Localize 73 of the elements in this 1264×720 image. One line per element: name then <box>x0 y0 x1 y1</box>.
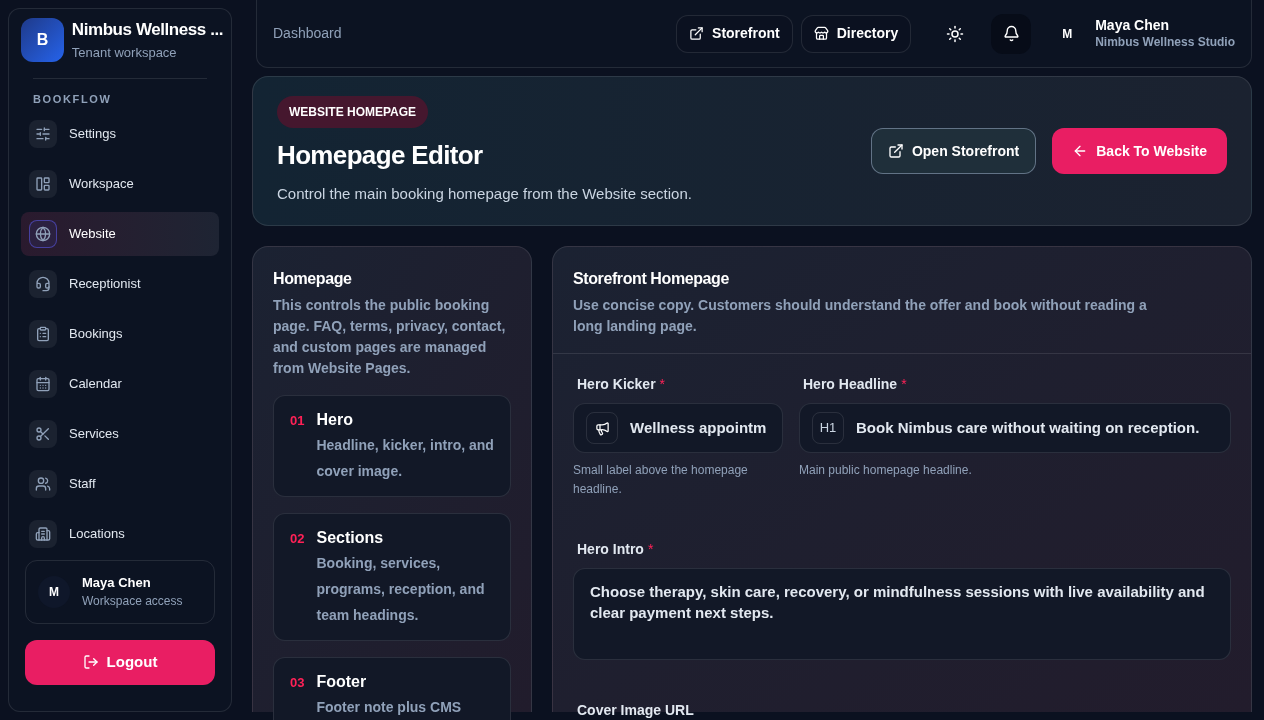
megaphone-icon <box>594 420 610 436</box>
user-org: Nimbus Wellness Studio <box>1095 34 1235 50</box>
field-label: Hero Intro <box>577 540 644 559</box>
heading-prefix: H1 <box>812 412 844 444</box>
open-storefront-button[interactable]: Open Storefront <box>870 128 1037 174</box>
user-name: Maya Chen <box>82 573 152 592</box>
external-link-icon <box>887 143 904 159</box>
link-icon <box>689 26 705 41</box>
nav-item[interactable]: Workspace <box>21 161 219 206</box>
nav-icon <box>35 325 51 342</box>
top-link[interactable]: Directory <box>800 14 912 53</box>
nav-icon <box>35 525 51 542</box>
intro-field[interactable]: Choose therapy, skin care, recovery, or mindfulness sessions with live availability and clear payment next steps. <box>573 568 1231 660</box>
page-badge: WEBSITE HOMEPAGE <box>277 96 429 129</box>
link-icon <box>813 26 829 41</box>
panel-description: This controls the public booking page. FAQ, terms, privacy, contact, and custom pages are managed from Website Pages. <box>273 296 507 378</box>
step-number: 02 <box>290 530 305 548</box>
step-description: Footer note plus CMS <box>316 698 462 717</box>
bell-icon <box>1002 25 1020 42</box>
nav-item[interactable]: Bookings <box>21 311 219 356</box>
step-card[interactable]: 01 Hero Headline, kicker, intro, and cover image. <box>273 395 511 497</box>
nav-icon <box>35 425 51 442</box>
notifications-button[interactable] <box>991 13 1032 54</box>
step-card[interactable]: 02 Sections Booking, services, programs, reception, and team headings. <box>273 513 511 641</box>
panel-description: Use concise copy. Customers should understand the offer and book without reading a long landing page. <box>573 296 1148 336</box>
nav-icon <box>35 275 51 292</box>
field-hint: Main public homepage headline. <box>799 462 973 479</box>
required-mark: * <box>901 375 907 394</box>
nav-icon <box>35 475 51 492</box>
nav-icon <box>35 125 51 142</box>
back-button[interactable]: Back To Website <box>1052 128 1227 174</box>
field-label: Hero Kicker <box>577 375 656 394</box>
nav-item[interactable]: Services <box>21 411 219 456</box>
breadcrumb: Dashboard <box>273 24 343 43</box>
nav-icon <box>35 175 51 192</box>
nav-item[interactable]: Calendar <box>21 361 219 406</box>
sun-icon <box>946 24 965 43</box>
step-number: 03 <box>290 674 305 692</box>
step-title: Hero <box>316 410 354 430</box>
nav-item[interactable]: Staff <box>21 461 219 506</box>
field-hint: Small label above the homepage headline. <box>573 462 749 498</box>
user-avatar: M <box>1061 25 1074 43</box>
top-link[interactable]: Storefront <box>676 14 793 53</box>
nav-item[interactable]: Receptionist <box>21 261 219 306</box>
nav-item[interactable]: Website <box>21 211 219 256</box>
logout-button[interactable]: Logout <box>25 639 215 685</box>
user-name: Maya Chen <box>1095 17 1171 35</box>
nav-icon <box>35 225 51 242</box>
nav-item[interactable]: Locations <box>21 511 219 556</box>
nav-icon <box>35 375 51 392</box>
headline-field[interactable]: H1 Book Nimbus care without waiting on reception. <box>799 403 1231 453</box>
user-role: Workspace access <box>82 593 183 611</box>
step-number: 01 <box>290 412 305 430</box>
step-title: Footer <box>316 672 368 692</box>
required-mark: * <box>659 375 666 394</box>
required-mark: * <box>647 540 654 559</box>
nav-item[interactable]: Settings <box>21 111 219 156</box>
step-description: Booking, services, programs, reception, and team headings. <box>316 554 486 625</box>
step-title: Sections <box>316 528 385 548</box>
field-label: Hero Headline <box>803 375 898 394</box>
field-label: Cover Image URL <box>577 701 694 720</box>
brand-logo: B <box>21 17 64 62</box>
panel-title: Storefront Homepage <box>573 269 730 289</box>
page-title: Homepage Editor <box>277 139 484 173</box>
logout-icon <box>82 654 99 670</box>
step-card[interactable]: 03 Footer Footer note plus CMS <box>273 657 511 720</box>
section-heading: BOOKFLOW <box>33 92 112 107</box>
user-avatar: M <box>38 575 70 608</box>
brand-subtitle: Tenant workspace <box>71 43 178 62</box>
panel-title: Homepage <box>273 269 353 289</box>
page-subtitle: Control the main booking homepage from the Website section. <box>277 184 693 205</box>
kicker-field[interactable]: Wellness appointm <box>573 403 783 453</box>
step-description: Headline, kicker, intro, and cover image. <box>316 436 494 481</box>
